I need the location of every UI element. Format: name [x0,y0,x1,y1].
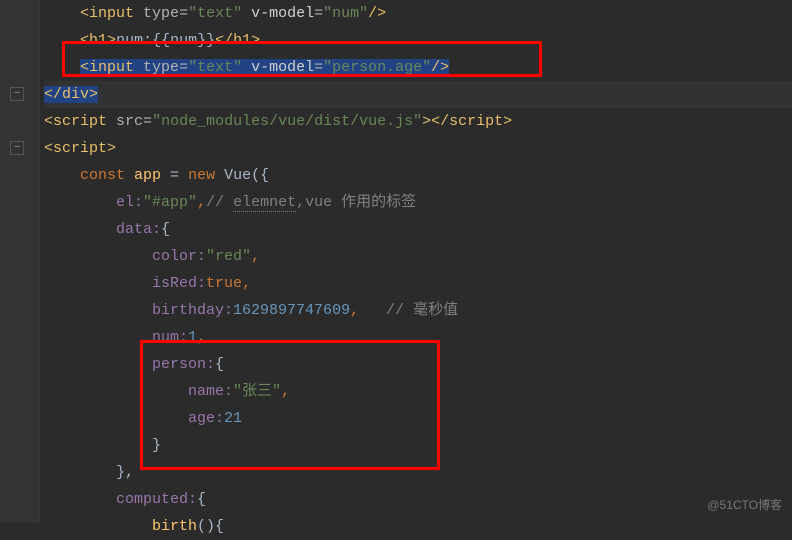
code-line: num:1, [44,324,792,351]
watermark-text: @51CTO博客 [707,495,782,517]
code-line: } [44,432,792,459]
fold-marker-icon[interactable]: − [10,87,24,101]
code-line: birthday:1629897747609, // 毫秒值 [44,297,792,324]
code-line: <input type="text" v-model="num"/> [44,0,792,27]
code-line: person:{ [44,351,792,378]
code-line: birth(){ [44,513,792,540]
code-line: <input type="text" v-model="person.age"/… [44,54,792,81]
code-line: <h1>num:{{num}}</h1> [44,27,792,54]
code-line: name:"张三", [44,378,792,405]
code-line: computed:{ [44,486,792,513]
code-line: isRed:true, [44,270,792,297]
fold-marker-icon[interactable]: − [10,141,24,155]
code-line: }, [44,459,792,486]
code-line: const app = new Vue({ [44,162,792,189]
code-line: <script> [44,135,792,162]
code-editor-text[interactable]: <input type="text" v-model="num"/> <h1>n… [0,0,792,540]
code-line: </div> [44,81,792,108]
code-line: age:21 [44,405,792,432]
code-line: color:"red", [44,243,792,270]
code-line: <script src="node_modules/vue/dist/vue.j… [44,108,792,135]
code-line: data:{ [44,216,792,243]
editor-gutter[interactable]: − − [0,0,40,523]
code-line: el:"#app",// elemnet,vue 作用的标签 [44,189,792,216]
